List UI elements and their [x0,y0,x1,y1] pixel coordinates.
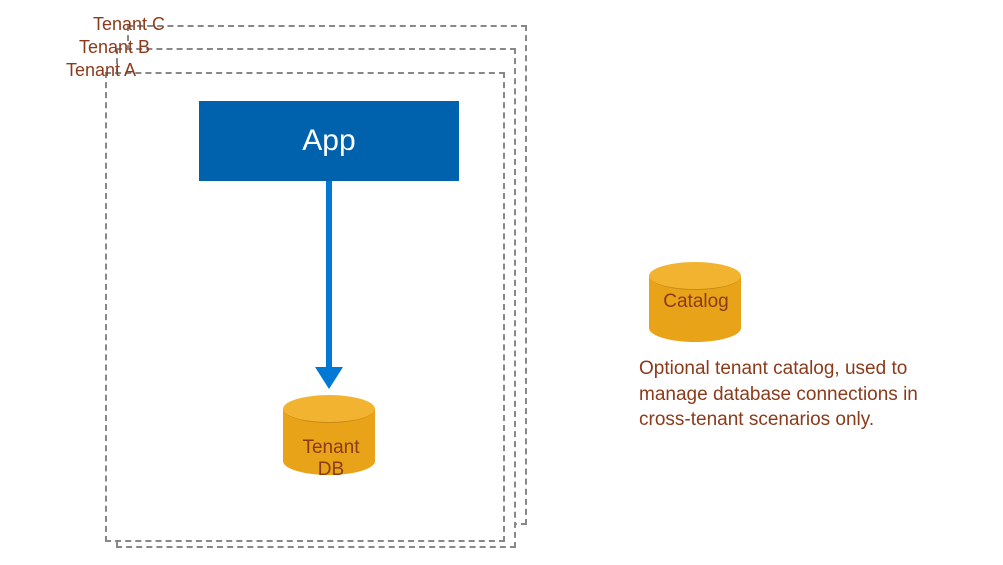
db-top [283,395,375,423]
tenant-db-label: Tenant DB [298,437,364,482]
tenant-a-label: Tenant A [66,60,136,81]
app-box: App [199,101,459,181]
arrow-app-to-db [326,181,332,371]
catalog-description: Optional tenant catalog, used to manage … [639,356,929,433]
catalog-db-label: Catalog [656,291,736,313]
tenant-b-label: Tenant B [79,37,150,58]
app-label: App [302,124,355,158]
db-top [649,262,741,290]
tenant-c-label: Tenant C [93,14,165,35]
